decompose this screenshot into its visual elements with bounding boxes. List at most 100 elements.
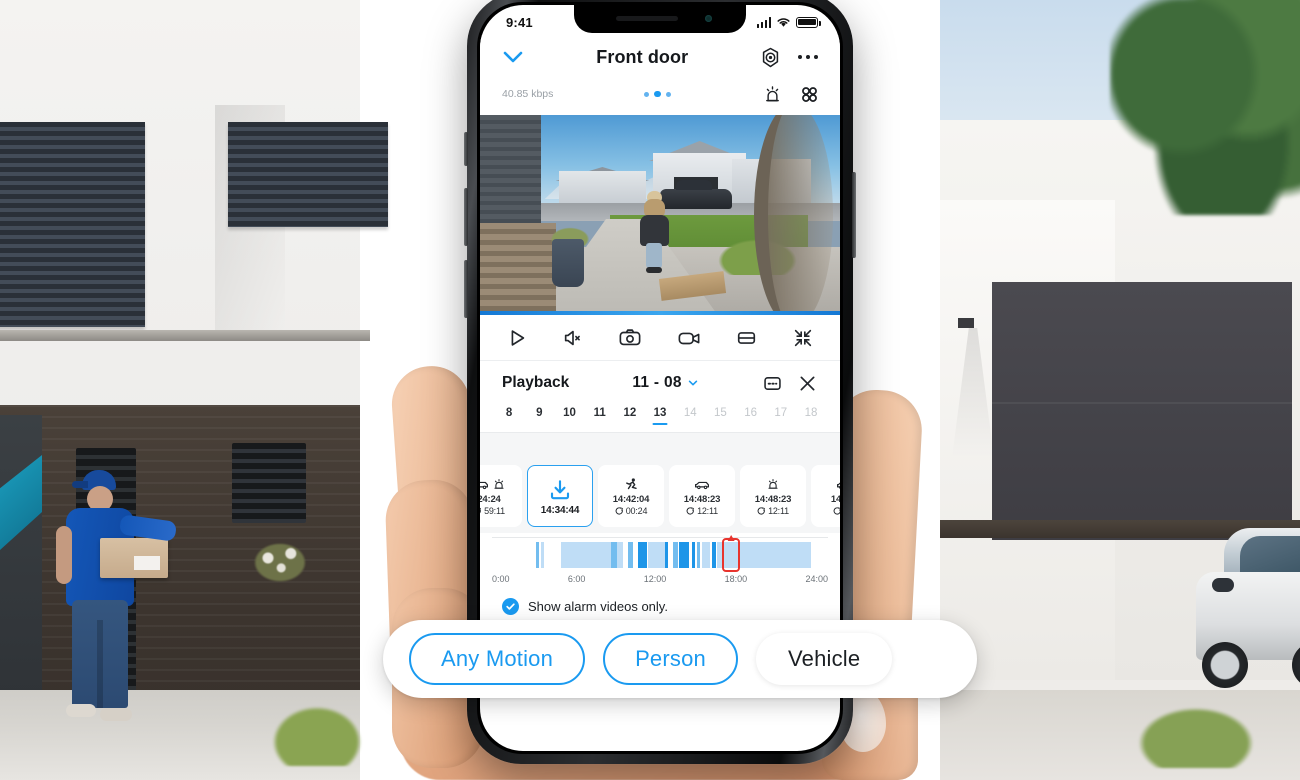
alarm-filter-checkbox[interactable] [502, 598, 519, 615]
delivery-shoe-right [100, 708, 132, 721]
video-arch-column [753, 115, 833, 315]
filter-chip-any-motion[interactable]: Any Motion [409, 633, 586, 685]
record-button[interactable] [677, 327, 701, 349]
camera-icon [619, 328, 641, 345]
timeline-position-marker[interactable] [722, 538, 741, 572]
event-duration-label: 59:11 [484, 506, 505, 516]
event-card-vehicle-1[interactable]: 14:48:23 12:11 [669, 465, 735, 527]
play-button[interactable] [506, 327, 528, 349]
clock-icon [615, 506, 623, 515]
siren-alarm-icon [766, 85, 779, 101]
stream-info-bar: 40.85 kbps [480, 81, 840, 115]
front-camera-icon [705, 15, 712, 22]
event-card-partial-left[interactable]: 24:2459:11 [480, 465, 522, 527]
day-14[interactable]: 14 [675, 407, 705, 425]
car-windows [1240, 536, 1300, 574]
timeline-segment [712, 542, 717, 568]
day-15[interactable]: 15 [705, 407, 735, 425]
day-11[interactable]: 11 [585, 407, 615, 425]
volume-down-button[interactable] [464, 260, 468, 318]
event-card-alarm[interactable]: 14:48:23 12:11 [740, 465, 806, 527]
sd-card-icon [737, 331, 755, 344]
cellular-bars-icon [756, 16, 771, 28]
day-label: 11 [593, 407, 606, 419]
vehicle-icon [694, 478, 710, 491]
video-parked-car [660, 180, 732, 209]
delivery-person [42, 470, 178, 740]
day-8[interactable]: 8 [494, 407, 524, 425]
door-panel [0, 415, 42, 695]
page-dot-2 [654, 90, 661, 98]
wall-ledge [0, 330, 370, 341]
event-type-icons [766, 476, 780, 493]
calendar-icon [764, 376, 781, 390]
day-18[interactable]: 18 [796, 407, 826, 425]
storage-button[interactable] [735, 327, 758, 349]
day-17[interactable]: 17 [766, 407, 796, 425]
event-time: 14:42:04 [612, 494, 650, 505]
power-button[interactable] [852, 172, 856, 258]
timeline-segment [696, 542, 701, 568]
car-mirror [1212, 578, 1234, 592]
event-thumbnails-row[interactable]: 24:2459:1114:34:4414:42:0400:2414:48:231… [480, 461, 840, 533]
day-12[interactable]: 12 [615, 407, 645, 425]
back-button[interactable] [500, 44, 526, 70]
day-label: 17 [774, 407, 788, 419]
wall-lamp [958, 318, 974, 328]
gear-icon [762, 47, 778, 67]
event-duration: 12: [833, 506, 840, 516]
more-options-icon [797, 54, 802, 60]
filter-chips-overlay[interactable]: Any Motion Person Vehicle [383, 620, 977, 698]
day-10[interactable]: 10 [554, 407, 584, 425]
calendar-button[interactable] [762, 373, 783, 394]
event-card-person[interactable]: 14:42:04 00:24 [598, 465, 664, 527]
play-icon [511, 329, 525, 346]
event-duration: 12:11 [686, 506, 718, 516]
filter-chip-person[interactable]: Person [603, 633, 738, 685]
grid-view-button[interactable] [799, 84, 820, 105]
mute-switch[interactable] [464, 132, 468, 166]
event-duration-label: 12:11 [768, 506, 789, 516]
shrub-left [272, 706, 362, 766]
day-label: 16 [744, 407, 757, 419]
day-label: 12 [623, 407, 637, 419]
page-dot-1 [644, 91, 650, 97]
event-duration: 59:11 [480, 506, 505, 516]
app-header: Front door [480, 35, 840, 81]
event-card-download[interactable]: 14:34:44 [527, 465, 593, 527]
filter-chip-vehicle[interactable]: Vehicle [755, 633, 893, 685]
recording-timeline[interactable] [492, 537, 828, 572]
video-person-shoes [645, 266, 663, 274]
event-card-vehicle-2[interactable]: 14:48:12: [811, 465, 840, 527]
more-options-button[interactable] [797, 54, 818, 60]
event-duration-label: 12:11 [697, 506, 718, 516]
timeline-segment [617, 542, 623, 568]
event-type-icons [480, 476, 506, 493]
day-label: 9 [536, 407, 543, 419]
camera-video-feed[interactable] [480, 115, 840, 315]
video-progress-bar[interactable] [480, 311, 840, 315]
day-16[interactable]: 16 [736, 407, 766, 425]
page-title: Front door [596, 46, 689, 67]
alarm-filter-row[interactable]: Show alarm videos only. [480, 584, 840, 615]
day-13[interactable]: 13 [645, 407, 675, 425]
video-house-1 [559, 171, 646, 205]
notch [574, 5, 746, 33]
timeline-labels: 0:00 6:00 12:00 18:00 24:00 [492, 571, 828, 584]
fullscreen-button[interactable] [792, 327, 814, 349]
chevron-down-icon [503, 51, 523, 63]
day-selector-strip[interactable]: 8 9 10 11 12 13 14 15 16 17 18 [480, 403, 840, 433]
day-9[interactable]: 9 [524, 407, 554, 425]
settings-button[interactable] [759, 46, 782, 69]
status-indicators [756, 16, 821, 28]
playback-date-selector[interactable]: 11 - 08 [569, 374, 762, 392]
alarm-filter-label: Show alarm videos only. [528, 599, 668, 614]
snapshot-button[interactable] [618, 327, 642, 349]
volume-up-button[interactable] [464, 188, 468, 246]
alarm-button[interactable] [762, 84, 783, 105]
video-stone-wall [480, 223, 556, 315]
mute-button[interactable] [562, 327, 584, 349]
event-type-icons [694, 476, 710, 493]
delivery-shoe-left [66, 704, 96, 717]
close-playback-button[interactable] [797, 373, 818, 394]
